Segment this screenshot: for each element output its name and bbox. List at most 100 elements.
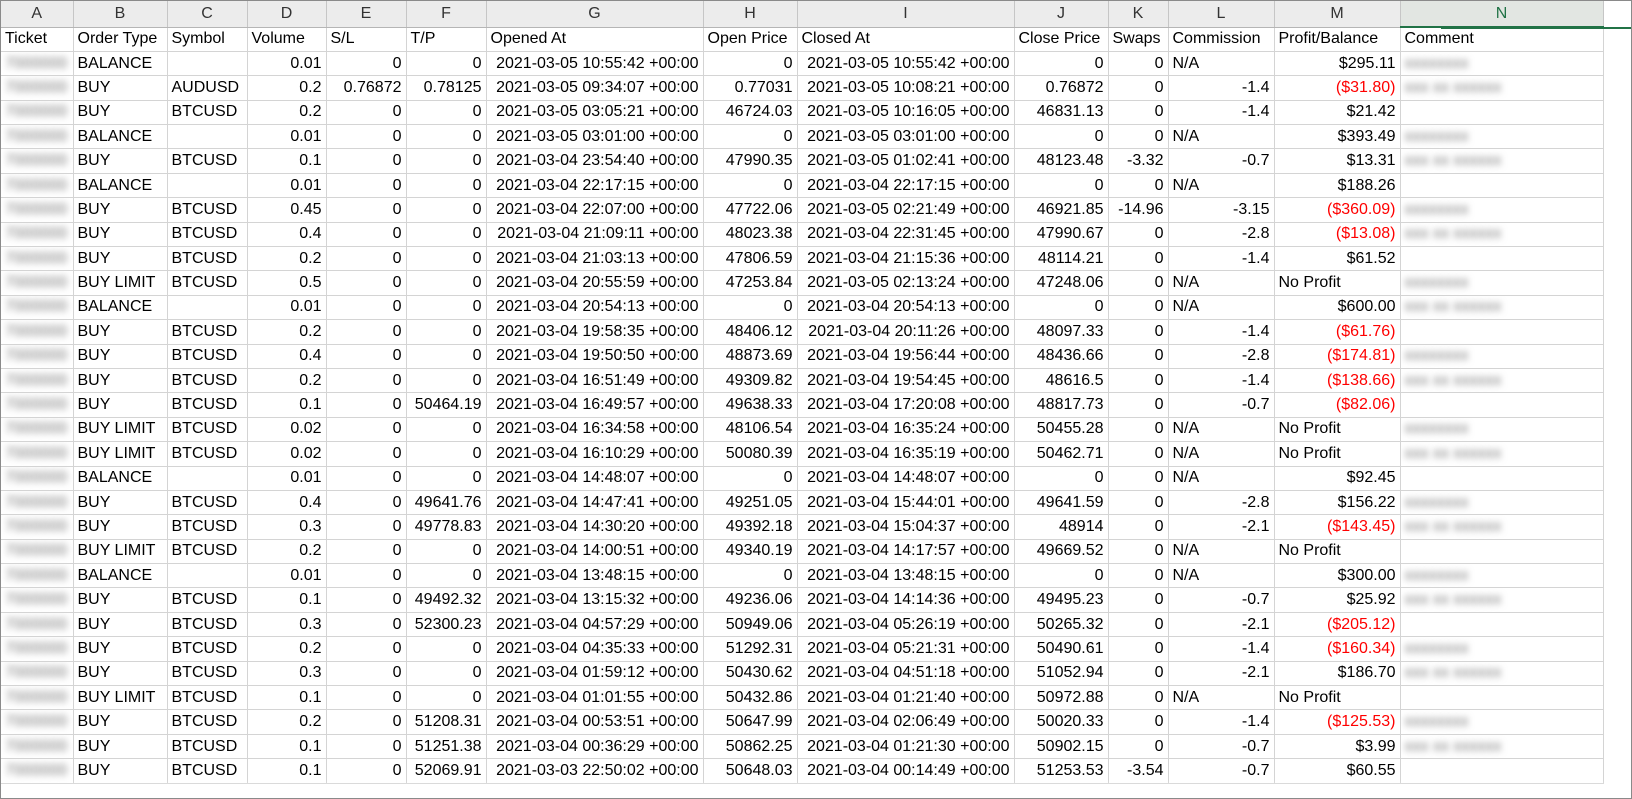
- table-cell[interactable]: 50902.15: [1014, 734, 1109, 760]
- table-cell[interactable]: 0: [1108, 392, 1169, 418]
- table-cell[interactable]: 0.2: [247, 246, 327, 272]
- ticket-cell-redacted[interactable]: 7000000: [1, 344, 74, 369]
- table-cell[interactable]: 0: [406, 295, 487, 321]
- comment-cell-redacted[interactable]: xxx xx xxxxxx: [1400, 587, 1604, 613]
- table-cell[interactable]: 0: [406, 636, 487, 662]
- table-cell[interactable]: 0: [703, 466, 798, 491]
- table-cell[interactable]: 2021-03-04 04:51:18 +00:00: [797, 661, 1015, 687]
- table-cell[interactable]: 2021-03-04 22:31:45 +00:00: [797, 222, 1015, 248]
- table-cell[interactable]: 0: [1014, 51, 1109, 77]
- table-cell[interactable]: 47990.35: [703, 148, 798, 174]
- table-cell[interactable]: 0: [326, 636, 407, 662]
- table-cell[interactable]: 0: [406, 368, 487, 394]
- table-cell[interactable]: 51208.31: [406, 709, 487, 735]
- comment-cell-redacted[interactable]: xxxxxxxx: [1400, 636, 1604, 662]
- table-cell[interactable]: 2021-03-04 13:48:15 +00:00: [797, 563, 1015, 589]
- comment-cell-redacted[interactable]: xxx xx xxxxxx: [1400, 222, 1604, 248]
- table-cell[interactable]: $188.26: [1274, 173, 1401, 199]
- header-cell[interactable]: Open Price: [703, 27, 798, 52]
- table-cell[interactable]: No Profit: [1274, 685, 1401, 711]
- table-cell[interactable]: 49638.33: [703, 392, 798, 418]
- table-cell[interactable]: 0: [406, 319, 487, 345]
- ticket-cell-redacted[interactable]: 7000000: [1, 685, 74, 711]
- table-cell[interactable]: 0: [326, 51, 407, 77]
- table-cell[interactable]: 0: [1108, 563, 1169, 589]
- table-cell[interactable]: 2021-03-04 20:54:13 +00:00: [486, 295, 704, 321]
- table-cell[interactable]: $3.99: [1274, 734, 1401, 760]
- table-cell[interactable]: 50020.33: [1014, 709, 1109, 735]
- table-cell[interactable]: 0: [406, 344, 487, 369]
- ticket-cell-redacted[interactable]: 7000000: [1, 100, 74, 126]
- ticket-cell-redacted[interactable]: 7000000: [1, 51, 74, 77]
- column-header-e[interactable]: E: [326, 1, 407, 28]
- table-cell[interactable]: BUY LIMIT: [73, 441, 168, 467]
- table-cell[interactable]: BTCUSD: [167, 197, 248, 223]
- table-cell[interactable]: ($143.45): [1274, 514, 1401, 540]
- table-cell[interactable]: 2021-03-04 20:54:13 +00:00: [797, 295, 1015, 321]
- table-cell[interactable]: 0: [1108, 612, 1169, 638]
- table-cell[interactable]: 52300.23: [406, 612, 487, 638]
- table-cell[interactable]: 0: [406, 417, 487, 443]
- table-cell[interactable]: 0.1: [247, 734, 327, 760]
- table-cell[interactable]: 49492.32: [406, 587, 487, 613]
- ticket-cell-redacted[interactable]: 7000000: [1, 490, 74, 516]
- table-cell[interactable]: 2021-03-04 16:35:19 +00:00: [797, 441, 1015, 467]
- table-cell[interactable]: 2021-03-04 14:48:07 +00:00: [797, 466, 1015, 491]
- table-cell[interactable]: 0: [406, 441, 487, 467]
- table-cell[interactable]: BTCUSD: [167, 539, 248, 565]
- table-cell[interactable]: 0: [1108, 368, 1169, 394]
- table-cell[interactable]: 0: [406, 148, 487, 174]
- table-cell[interactable]: 2021-03-04 20:55:59 +00:00: [486, 270, 704, 296]
- table-cell[interactable]: 47248.06: [1014, 270, 1109, 296]
- table-cell[interactable]: -2.8: [1168, 490, 1275, 516]
- table-cell[interactable]: $295.11: [1274, 51, 1401, 77]
- column-header-f[interactable]: F: [406, 1, 487, 28]
- header-cell[interactable]: Volume: [247, 27, 327, 52]
- table-cell[interactable]: N/A: [1168, 51, 1275, 77]
- table-cell[interactable]: 50647.99: [703, 709, 798, 735]
- table-cell[interactable]: -1.4: [1168, 709, 1275, 735]
- header-cell[interactable]: Ticket: [1, 27, 74, 52]
- column-header-d[interactable]: D: [247, 1, 327, 28]
- table-cell[interactable]: BTCUSD: [167, 490, 248, 516]
- table-cell[interactable]: 2021-03-04 14:17:57 +00:00: [797, 539, 1015, 565]
- table-cell[interactable]: 0.1: [247, 685, 327, 711]
- table-cell[interactable]: 0: [326, 709, 407, 735]
- table-cell[interactable]: 0: [326, 685, 407, 711]
- table-cell[interactable]: 0: [1108, 539, 1169, 565]
- table-cell[interactable]: -0.7: [1168, 587, 1275, 613]
- table-cell[interactable]: ($13.08): [1274, 222, 1401, 248]
- table-cell[interactable]: 0.01: [247, 173, 327, 199]
- table-cell[interactable]: BTCUSD: [167, 734, 248, 760]
- table-cell[interactable]: BTCUSD: [167, 612, 248, 638]
- table-cell[interactable]: 2021-03-04 21:09:11 +00:00: [486, 222, 704, 248]
- table-cell[interactable]: 0: [406, 124, 487, 150]
- table-cell[interactable]: 49236.06: [703, 587, 798, 613]
- table-cell[interactable]: 0: [326, 417, 407, 443]
- table-cell[interactable]: 2021-03-04 14:47:41 +00:00: [486, 490, 704, 516]
- table-cell[interactable]: 0: [1108, 319, 1169, 345]
- table-cell[interactable]: BUY: [73, 587, 168, 613]
- table-cell[interactable]: 48406.12: [703, 319, 798, 345]
- table-cell[interactable]: -0.7: [1168, 734, 1275, 760]
- ticket-cell-redacted[interactable]: 7000000: [1, 75, 74, 101]
- table-cell[interactable]: [167, 51, 248, 77]
- table-cell[interactable]: -0.7: [1168, 392, 1275, 418]
- header-cell[interactable]: T/P: [406, 27, 487, 52]
- table-cell[interactable]: 0: [1014, 295, 1109, 321]
- table-cell[interactable]: BTCUSD: [167, 148, 248, 174]
- comment-cell-redacted[interactable]: xxxxxxxx: [1400, 490, 1604, 516]
- table-cell[interactable]: BTCUSD: [167, 685, 248, 711]
- comment-cell-redacted[interactable]: [1400, 685, 1604, 711]
- table-cell[interactable]: 2021-03-04 14:30:20 +00:00: [486, 514, 704, 540]
- table-cell[interactable]: 0: [703, 51, 798, 77]
- table-cell[interactable]: 49251.05: [703, 490, 798, 516]
- comment-cell-redacted[interactable]: xxx xx xxxxxx: [1400, 75, 1604, 101]
- table-cell[interactable]: 50862.25: [703, 734, 798, 760]
- table-cell[interactable]: 2021-03-04 14:00:51 +00:00: [486, 539, 704, 565]
- ticket-cell-redacted[interactable]: 7000000: [1, 539, 74, 565]
- table-cell[interactable]: 0.5: [247, 270, 327, 296]
- table-cell[interactable]: -0.7: [1168, 148, 1275, 174]
- table-cell[interactable]: $61.52: [1274, 246, 1401, 272]
- table-cell[interactable]: ($125.53): [1274, 709, 1401, 735]
